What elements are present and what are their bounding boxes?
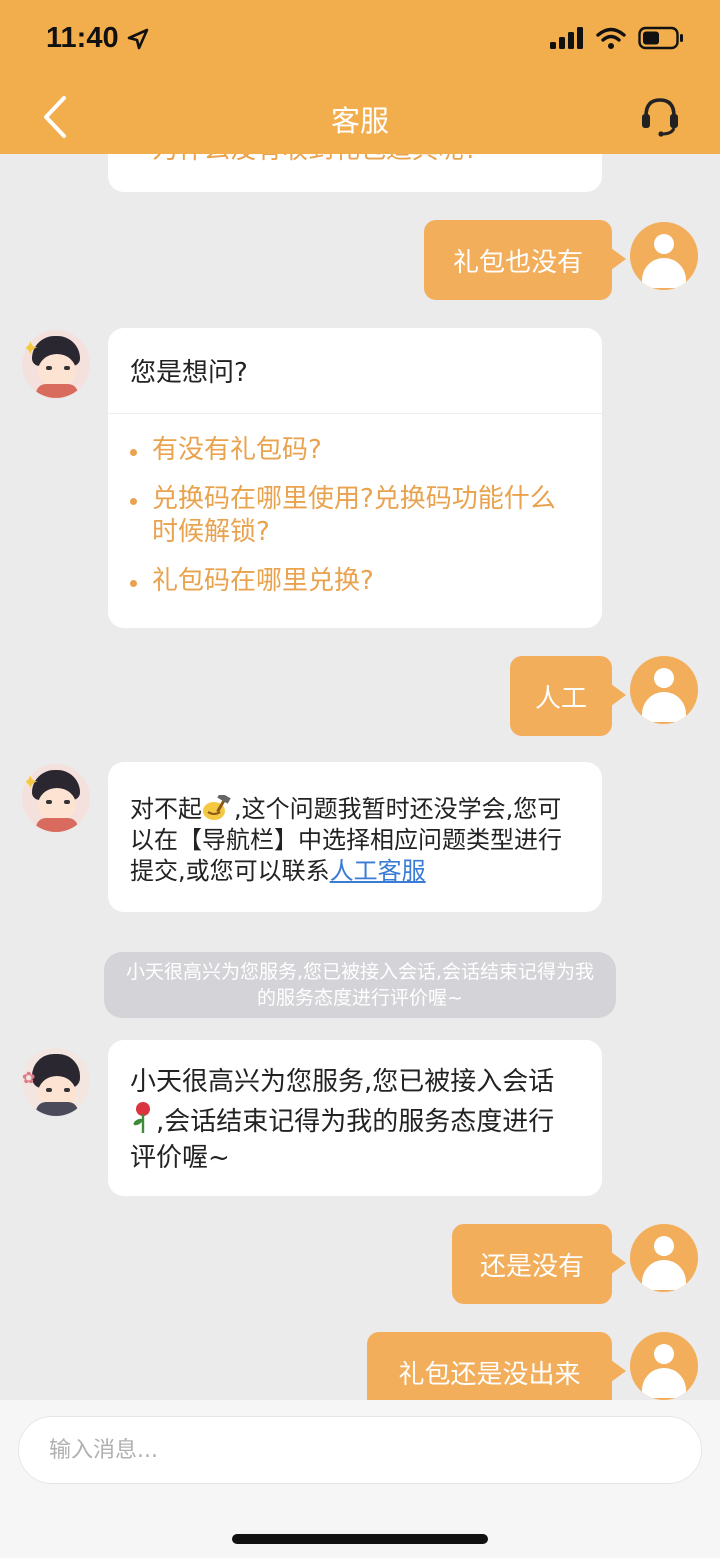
user-message-text: 礼包也没有: [452, 247, 583, 278]
agent-avatar-icon: ✿: [22, 1048, 90, 1116]
cut-text: 为什么没有收到礼包道具呢?: [108, 154, 602, 164]
user-message-bubble: 人工: [510, 656, 626, 736]
chat-area[interactable]: 为什么没有收到礼包道具呢? 礼包也没有 ✦ 您是想问? 有没有礼包码? 兑换码在…: [0, 154, 720, 1400]
bot-message-text: 对不起 ,这个问题我暂时还没学会,您可以在【导航栏】中选择相应问题类型进行提交,或…: [108, 762, 602, 919]
user-message-text: 人工: [534, 683, 587, 714]
question-heading: 您是想问?: [108, 328, 602, 414]
page-title: 客服: [330, 104, 389, 138]
agent-message-bubble: 小天很高兴为您服务,您已被接入会话 ,会话结束记得为我的服务态度进行评价喔~: [108, 1040, 602, 1196]
user-message-text: 礼包还是没出来: [398, 1359, 581, 1390]
agent-text-part: 小天很高兴为您服务,您已被接入会话: [130, 1067, 555, 1097]
hammer-emoji-icon: [203, 795, 231, 820]
message-bubble-cut: 为什么没有收到礼包道具呢?: [108, 154, 602, 192]
bot-avatar-icon: ✦: [22, 330, 90, 398]
question-item[interactable]: 礼包码在哪里兑换?: [130, 565, 580, 598]
user-message-bubble: 还是没有: [452, 1224, 626, 1304]
user-message-text: 还是没有: [479, 1251, 584, 1282]
user-message-bubble: 礼包还是没出来: [367, 1332, 626, 1400]
agent-text-part: ,会话结束记得为我的服务态度进行评价喔~: [130, 1107, 555, 1173]
status-icons: [550, 26, 684, 50]
nav-header: 11:40 客服: [0, 0, 720, 154]
status-time: 11:40: [46, 22, 149, 55]
input-bar: [0, 1400, 720, 1558]
user-avatar-icon: [630, 222, 698, 290]
bot-text-part: 对不起: [130, 795, 202, 823]
question-item[interactable]: 兑换码在哪里使用?兑换码功能什么时候解锁?: [130, 483, 574, 549]
question-card: 您是想问? 有没有礼包码? 兑换码在哪里使用?兑换码功能什么时候解锁? 礼包码在…: [108, 328, 602, 628]
location-arrow-icon: [127, 28, 148, 49]
user-avatar-icon: [630, 656, 698, 724]
battery-icon: [638, 26, 683, 50]
wifi-icon: [596, 27, 626, 49]
question-item[interactable]: 有没有礼包码?: [130, 434, 580, 467]
user-avatar-icon: [630, 1332, 698, 1400]
bot-message-bubble: 对不起 ,这个问题我暂时还没学会,您可以在【导航栏】中选择相应问题类型进行提交,或…: [108, 762, 602, 912]
user-message-bubble: 礼包也没有: [424, 220, 626, 300]
status-time-text: 11:40: [46, 22, 119, 54]
system-notice: 小天很高兴为您服务,您已被接入会话,会话结束记得为我的服务态度进行评价喔~: [104, 952, 616, 1018]
agent-message-text: 小天很高兴为您服务,您已被接入会话 ,会话结束记得为我的服务态度进行评价喔~: [108, 1040, 602, 1200]
headset-icon[interactable]: [640, 94, 680, 138]
user-avatar-icon: [630, 1224, 698, 1292]
human-service-link[interactable]: 人工客服: [330, 857, 426, 885]
signal-icon: [550, 27, 583, 49]
home-indicator: [232, 1534, 488, 1544]
message-input[interactable]: [18, 1416, 702, 1484]
rose-emoji-icon: [133, 1102, 150, 1133]
question-list: 有没有礼包码? 兑换码在哪里使用?兑换码功能什么时候解锁? 礼包码在哪里兑换?: [108, 414, 602, 622]
bot-avatar-icon: ✦: [22, 764, 90, 832]
